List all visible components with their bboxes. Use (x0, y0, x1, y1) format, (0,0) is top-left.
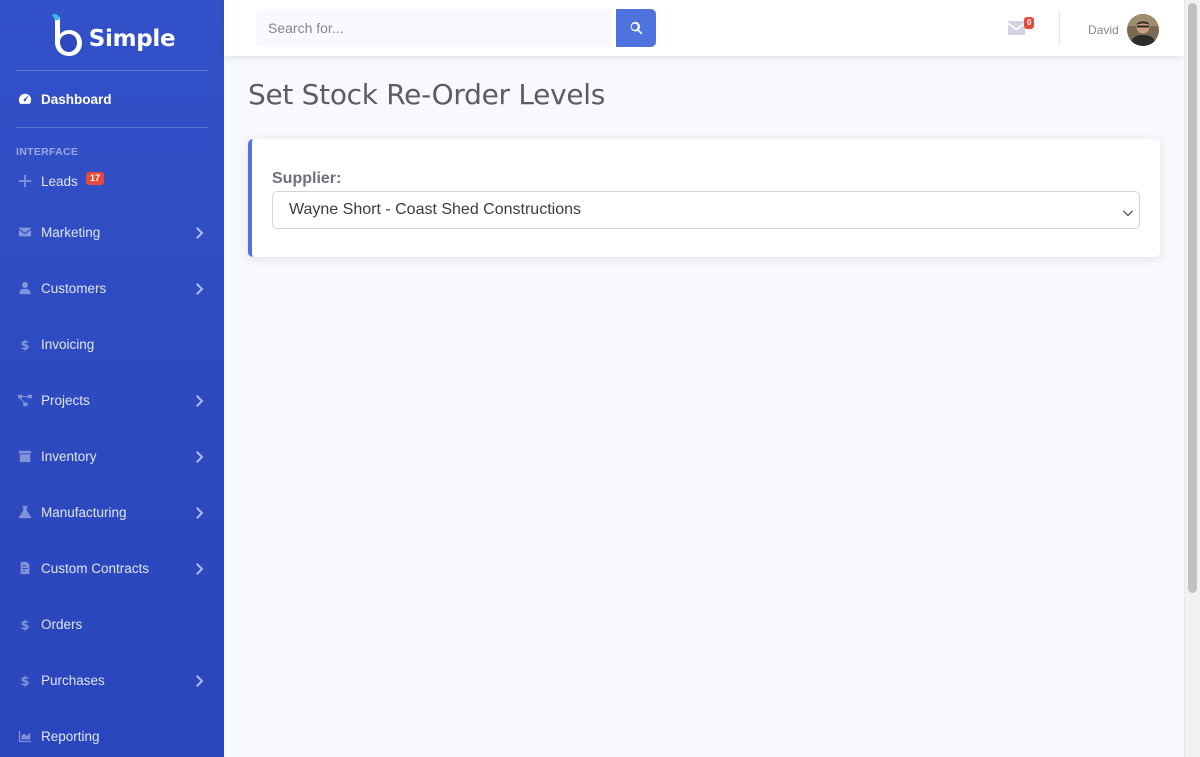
messages-count-badge: 0 (1024, 17, 1035, 29)
chevron-right-icon (196, 226, 204, 239)
search-button[interactable] (616, 9, 656, 47)
sidebar-item-label: Invoicing (41, 336, 95, 352)
user-icon (16, 280, 33, 297)
sidebar-item-purchases[interactable]: $ Purchases (0, 652, 224, 708)
supplier-label: Supplier: (272, 170, 342, 187)
sidebar-item-label: Dashboard (41, 91, 112, 107)
sidebar-item-label: Projects (41, 392, 90, 408)
supplier-select[interactable]: Wayne Short - Coast Shed Constructions (272, 191, 1140, 229)
svg-text:$: $ (20, 338, 29, 351)
topbar: 0 David (224, 0, 1184, 56)
search-input[interactable] (256, 9, 612, 47)
sidebar-item-projects[interactable]: Projects (0, 372, 224, 428)
sidebar-item-label: Marketing (41, 224, 101, 240)
plus-icon (16, 173, 33, 190)
avatar (1126, 14, 1159, 46)
chevron-down-icon (1123, 205, 1133, 217)
dollar-icon: $ (16, 336, 33, 353)
file-contract-icon (16, 560, 33, 577)
sidebar-item-label: Custom Contracts (41, 560, 150, 576)
box-icon (16, 448, 33, 465)
sidebar-item-label: Customers (41, 280, 107, 296)
sidebar-item-invoicing[interactable]: $ Invoicing (0, 316, 224, 372)
project-diagram-icon (16, 392, 33, 409)
sidebar-item-dashboard[interactable]: Dashboard (0, 71, 224, 127)
topbar-divider (1059, 10, 1060, 46)
sidebar-item-manufacturing[interactable]: Manufacturing (0, 484, 224, 540)
user-dropdown[interactable]: David (1088, 14, 1159, 46)
supplier-selected-value: Wayne Short - Coast Shed Constructions (289, 201, 581, 218)
sidebar: Simple Dashboard INTERFACE Leads 17 Mark… (0, 0, 224, 757)
sidebar-item-custom-contracts[interactable]: Custom Contracts (0, 540, 224, 596)
scrollbar-thumb[interactable] (1188, 3, 1197, 593)
sidebar-item-orders[interactable]: $ Orders (0, 596, 224, 652)
sidebar-item-leads[interactable]: Leads 17 (0, 158, 224, 204)
sidebar-item-label: Manufacturing (41, 504, 127, 520)
page-scrollbar[interactable] (1184, 0, 1200, 757)
sidebar-item-label: Purchases (41, 672, 105, 688)
sidebar-item-inventory[interactable]: Inventory (0, 428, 224, 484)
messages-dropdown[interactable]: 0 (1008, 17, 1038, 40)
chevron-right-icon (196, 394, 204, 407)
chevron-right-icon (196, 506, 204, 519)
chevron-right-icon (196, 562, 204, 575)
sidebar-item-label: Reporting (41, 728, 100, 744)
dollar-icon: $ (16, 616, 33, 633)
supplier-card: Supplier: Wayne Short - Coast Shed Const… (248, 139, 1160, 257)
sidebar-item-label: Orders (41, 616, 83, 632)
tachometer-icon (16, 91, 33, 108)
dollar-icon: $ (16, 672, 33, 689)
sidebar-item-marketing[interactable]: Marketing (0, 204, 224, 260)
envelope-icon (16, 224, 33, 241)
leads-count-badge: 17 (86, 172, 105, 185)
brand[interactable]: Simple (0, 0, 224, 70)
sidebar-item-label: Leads (41, 173, 78, 189)
svg-text:$: $ (20, 674, 29, 687)
envelope-icon (1008, 21, 1025, 35)
chevron-right-icon (196, 450, 204, 463)
sidebar-item-customers[interactable]: Customers (0, 260, 224, 316)
page-title: Set Stock Re-Order Levels (248, 78, 606, 111)
brand-logo-icon (51, 13, 82, 56)
chart-area-icon (16, 728, 33, 745)
chevron-right-icon (196, 674, 204, 687)
search-icon (630, 21, 643, 35)
user-name: David (1088, 23, 1119, 37)
sidebar-item-reporting[interactable]: Reporting (0, 708, 224, 757)
flask-icon (16, 504, 33, 521)
sidebar-item-label: Inventory (41, 448, 97, 464)
sidebar-heading: INTERFACE (16, 146, 79, 158)
chevron-right-icon (196, 282, 204, 295)
brand-name: Simple (88, 26, 176, 52)
svg-text:$: $ (20, 618, 29, 631)
